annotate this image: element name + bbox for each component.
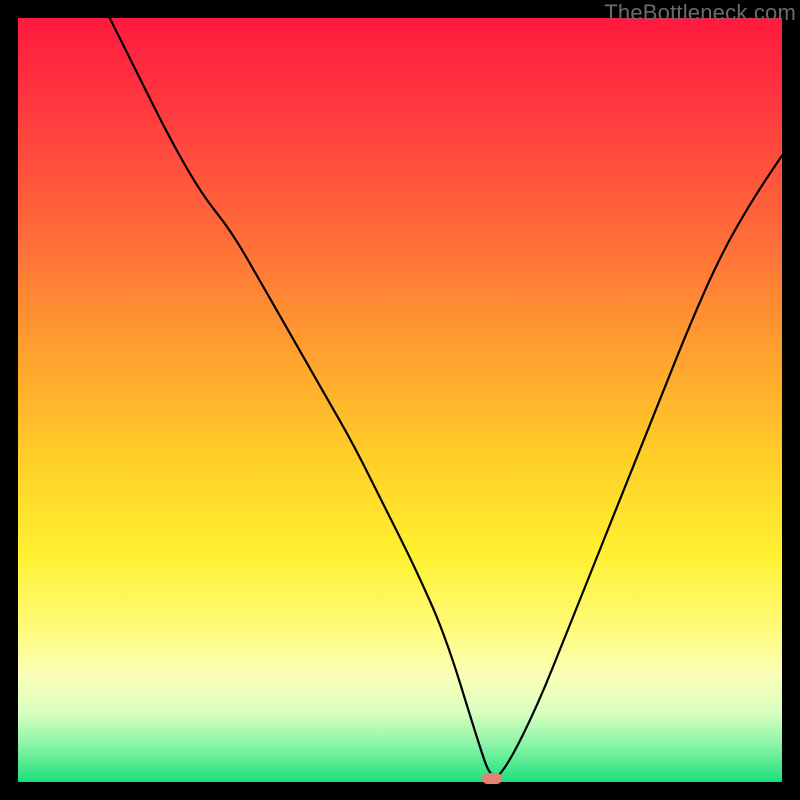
chart-frame: TheBottleneck.com xyxy=(0,0,800,800)
bottleneck-curve xyxy=(110,18,782,776)
curve-svg xyxy=(18,18,782,782)
watermark-text: TheBottleneck.com xyxy=(604,0,796,26)
plot-area xyxy=(18,18,782,782)
min-point-marker xyxy=(482,773,502,784)
